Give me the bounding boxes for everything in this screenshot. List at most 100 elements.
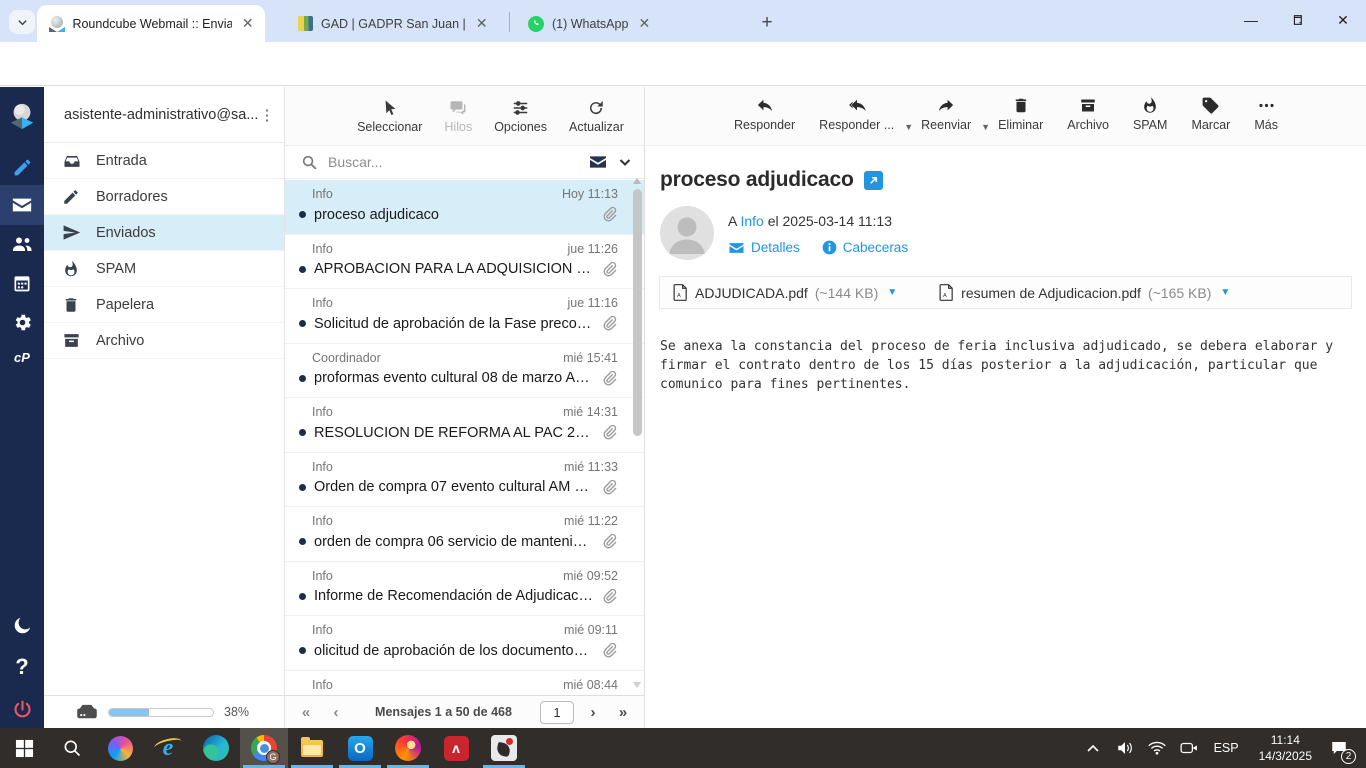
taskbar-explorer-button[interactable] (288, 728, 336, 768)
scroll-down-icon[interactable] (633, 682, 641, 688)
tab-gad[interactable]: GAD | GADPR San Juan | ✕ (286, 5, 506, 42)
browser-navbar: webmail.sanjuan.gob.ec/cpsess5096971192/… (0, 42, 1366, 86)
email-row[interactable]: Infomié 14:31 RESOLUCION DE REFORMA AL P… (285, 398, 644, 453)
compose-icon[interactable] (0, 147, 44, 187)
forward-icon (936, 96, 956, 115)
attachment-size: (~144 KB) (815, 285, 878, 301)
edge-icon (203, 735, 229, 761)
reply-all-menu-icon[interactable]: ▼ (904, 122, 913, 132)
email-row[interactable]: Infomié 08:44 (285, 671, 644, 696)
folder-spam[interactable]: SPAM (44, 251, 284, 287)
mark-button[interactable]: Marcar (1191, 96, 1230, 132)
archive-button[interactable]: Archivo (1067, 96, 1109, 132)
email-row[interactable]: Infojue 11:26 APROBACION PARA LA ADQUISI… (285, 235, 644, 290)
language-indicator[interactable]: ESP (1208, 741, 1245, 755)
tab-whatsapp[interactable]: (1) WhatsApp ✕ (516, 5, 740, 42)
start-button[interactable] (0, 728, 48, 768)
spam-button[interactable]: SPAM (1133, 96, 1168, 132)
reply-all-button[interactable]: Responder ... (819, 96, 894, 132)
taskbar-search-button[interactable] (48, 728, 96, 768)
attachment-item[interactable]: A ADJUDICADA.pdf (~144 KB) ▼ (673, 284, 897, 301)
attachment-menu-icon[interactable]: ▼ (1220, 287, 1230, 298)
tab-roundcube[interactable]: Roundcube Webmail :: Enviados ✕ (37, 5, 265, 42)
tab-close-icon[interactable]: ✕ (636, 16, 652, 32)
action-center-button[interactable]: 2 (1326, 735, 1352, 761)
email-row[interactable]: Infomié 11:33 Orden de compra 07 evento … (285, 453, 644, 508)
attachment-item[interactable]: A resumen de Adjudicacion.pdf (~165 KB) … (939, 284, 1230, 301)
tab-close-icon[interactable]: ✕ (474, 16, 490, 32)
dark-mode-icon[interactable] (0, 605, 44, 645)
folder-label: Enviados (96, 225, 156, 241)
threads-button[interactable]: Hilos (444, 99, 472, 134)
taskbar-copilot-button[interactable] (96, 728, 144, 768)
logout-icon[interactable] (0, 689, 44, 729)
account-menu-icon[interactable]: ⋮ (258, 106, 276, 124)
cpanel-icon[interactable]: cP (0, 342, 44, 372)
email-sender: Info (312, 623, 333, 637)
search-input[interactable] (328, 154, 578, 170)
first-page-button[interactable]: « (295, 704, 317, 721)
calendar-icon[interactable] (0, 263, 44, 303)
taskbar-edge-button[interactable] (192, 728, 240, 768)
last-page-button[interactable]: » (612, 704, 634, 721)
trash-icon (62, 296, 82, 314)
taskbar-acrobat-button[interactable]: ʌ (432, 728, 480, 768)
open-in-new-window-icon[interactable] (864, 171, 883, 190)
attachment-menu-icon[interactable]: ▼ (887, 287, 897, 298)
taskbar-clock[interactable]: 11:14 14/3/2025 (1251, 732, 1320, 764)
recipient-link[interactable]: Info (740, 213, 763, 229)
folder-enviados[interactable]: Enviados (44, 215, 284, 251)
search-options-chevron-icon[interactable] (618, 155, 632, 169)
meet-now-icon[interactable] (1176, 735, 1202, 761)
hidden-icons-chevron[interactable] (1080, 735, 1106, 761)
wifi-icon[interactable] (1144, 735, 1170, 761)
new-tab-button[interactable]: + (755, 11, 779, 35)
taskbar-outlook-button[interactable]: O (336, 728, 384, 768)
details-link[interactable]: Detalles (728, 240, 800, 255)
email-row[interactable]: Infomié 09:52 Informe de Recomendación d… (285, 562, 644, 617)
list-scrollbar[interactable] (633, 189, 642, 436)
taskbar-chrome-button[interactable]: G (240, 728, 288, 768)
volume-icon[interactable] (1112, 735, 1138, 761)
minimize-button[interactable]: — (1228, 0, 1274, 40)
taskbar-java-button[interactable] (480, 728, 528, 768)
headers-link[interactable]: Cabeceras (822, 240, 908, 255)
folder-archivo[interactable]: Archivo (44, 323, 284, 359)
email-row[interactable]: Infomié 09:11 olicitud de aprobación de … (285, 616, 644, 671)
help-icon[interactable]: ? (0, 647, 44, 687)
attachment-icon (601, 533, 618, 550)
folder-entrada[interactable]: Entrada (44, 143, 284, 179)
account-name: asistente-administrativo@sa... (64, 107, 258, 123)
email-row[interactable]: Coordinadormié 15:41 proformas evento cu… (285, 344, 644, 399)
email-row[interactable]: Infojue 11:16 Solicitud de aprobación de… (285, 289, 644, 344)
folder-papelera[interactable]: Papelera (44, 287, 284, 323)
mail-icon[interactable] (0, 185, 44, 225)
archive-icon (1079, 96, 1097, 115)
close-window-button[interactable]: ✕ (1320, 0, 1366, 40)
more-button[interactable]: Más (1254, 96, 1278, 132)
taskbar-ie-button[interactable]: e (144, 728, 192, 768)
forward-button[interactable]: Reenviar (921, 96, 971, 132)
folder-borradores[interactable]: Borradores (44, 179, 284, 215)
whatsapp-favicon (528, 16, 544, 32)
contacts-icon[interactable] (0, 224, 44, 264)
next-page-button[interactable]: › (582, 704, 604, 721)
email-row[interactable]: InfoHoy 11:13 proceso adjudicaco (285, 180, 644, 235)
scroll-up-icon[interactable] (633, 178, 641, 184)
restore-button[interactable] (1274, 0, 1320, 40)
tab-search-button[interactable] (9, 10, 35, 34)
select-button[interactable]: Seleccionar (357, 99, 422, 134)
reply-button[interactable]: Responder (734, 96, 795, 132)
settings-icon[interactable] (0, 302, 44, 342)
prev-page-button[interactable]: ‹ (325, 704, 347, 721)
options-button[interactable]: Opciones (494, 99, 547, 134)
tab-close-icon[interactable]: ✕ (240, 16, 255, 32)
search-scope-mail-icon[interactable] (588, 154, 608, 170)
forward-menu-icon[interactable]: ▼ (981, 122, 990, 132)
email-row[interactable]: Infomié 11:22 orden de compra 06 servici… (285, 507, 644, 562)
delete-button[interactable]: Eliminar (998, 96, 1043, 132)
page-input[interactable] (540, 701, 574, 724)
refresh-button[interactable]: Actualizar (569, 99, 624, 134)
taskbar-firefox-button[interactable] (384, 728, 432, 768)
account-row[interactable]: asistente-administrativo@sa... ⋮ (44, 87, 284, 143)
